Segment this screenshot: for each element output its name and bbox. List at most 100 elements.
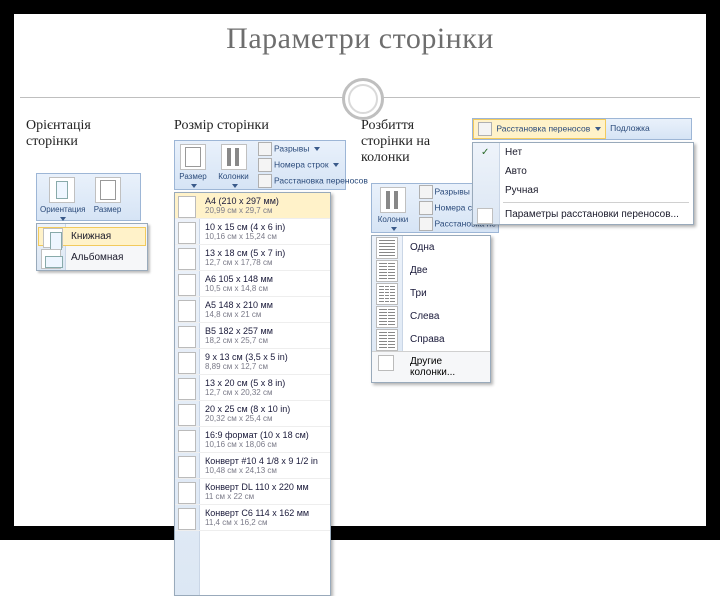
page-icon — [178, 404, 196, 426]
portrait-icon — [43, 228, 63, 248]
page-size-name: 13 x 20 см (5 x 8 in) — [205, 378, 324, 388]
page-size-name: A4 (210 x 297 мм) — [205, 196, 324, 206]
page-size-dimensions: 14,8 см x 21 см — [205, 310, 324, 319]
breaks-icon — [419, 185, 433, 199]
columns-option-label: Слева — [410, 311, 439, 322]
page-size-dimensions: 10,48 см x 24,13 см — [205, 466, 324, 475]
page-size-option[interactable]: 13 x 18 см (5 x 7 in)12,7 см x 17,78 см — [175, 245, 330, 271]
page-size-icon — [95, 177, 121, 203]
page-icon — [178, 274, 196, 296]
columns-option-label: Две — [410, 265, 428, 276]
page-icon — [178, 326, 196, 348]
page-size-name: B5 182 x 257 мм — [205, 326, 324, 336]
page-icon — [178, 482, 196, 504]
page-size-option[interactable]: 9 x 13 см (3,5 x 5 in)8,89 см x 12,7 см — [175, 349, 330, 375]
page-size-name: 10 x 15 см (4 x 6 in) — [205, 222, 324, 232]
columns-more-icon — [378, 355, 394, 371]
columns-button[interactable]: Колонки — [372, 184, 414, 235]
page-title: Параметри сторінки — [20, 22, 700, 56]
page-icon — [178, 300, 196, 322]
columns-preview-icon — [376, 306, 398, 328]
line-numbers-icon — [419, 201, 433, 215]
columns-option[interactable]: Одна — [372, 236, 490, 259]
page-size-option[interactable]: 13 x 20 см (5 x 8 in)12,7 см x 20,32 см — [175, 375, 330, 401]
watermark-button[interactable]: Подложка — [608, 122, 652, 134]
landscape-icon — [41, 249, 61, 269]
page-size-dimensions: 10,16 см x 18,06 см — [205, 440, 324, 449]
hyphenation-row[interactable]: Расстановка переносов — [256, 173, 344, 189]
columns-preview-icon — [376, 237, 398, 259]
page-size-option[interactable]: A4 (210 x 297 мм)20,99 см x 29,7 см — [175, 193, 330, 219]
hyphenation-menu: ✓ Нет Авто Ручная Параметры расстановки … — [472, 142, 694, 225]
hyphenation-icon — [419, 217, 433, 231]
page-size-dimensions: 20,32 см x 25,4 см — [205, 414, 324, 423]
page-icon — [178, 352, 196, 374]
page-icon — [178, 430, 196, 452]
page-size-option[interactable]: 10 x 15 см (4 x 6 in)10,16 см x 15,24 см — [175, 219, 330, 245]
section-label-orientation: Орієнтація сторінки — [26, 118, 136, 150]
page-icon — [178, 248, 196, 270]
page-size-name: 13 x 18 см (5 x 7 in) — [205, 248, 324, 258]
hyphenation-manual[interactable]: Ручная — [473, 181, 693, 200]
page-size-option[interactable]: Конверт C6 114 x 162 мм11,4 см x 16,2 см — [175, 505, 330, 531]
columns-button-label: Колонки — [378, 215, 409, 224]
page-size-name: 20 x 25 см (8 x 10 in) — [205, 404, 324, 414]
hyphenation-button[interactable]: Расстановка переносов — [473, 119, 606, 139]
page-icon — [178, 196, 196, 218]
check-icon: ✓ — [481, 148, 491, 158]
columns-menu: Одна Две Три Слева Справа Другие колонки... — [371, 235, 491, 383]
page-size-dimensions: 11 см x 22 см — [205, 492, 324, 501]
columns-preview-icon — [376, 329, 398, 351]
orientation-button[interactable]: Ориентация — [37, 174, 87, 225]
page-size-option[interactable]: A5 148 x 210 мм14,8 см x 21 см — [175, 297, 330, 323]
orientation-portrait-label: Книжная — [71, 231, 111, 242]
orientation-button-label: Ориентация — [40, 205, 85, 214]
ribbon-group-size: Размер Колонки Разрывы Номера строк Расс… — [174, 140, 346, 190]
page-size-option[interactable]: 16:9 формат (10 x 18 см)10,16 см x 18,06… — [175, 427, 330, 453]
page-size-option[interactable]: Конверт DL 110 x 220 мм11 см x 22 см — [175, 479, 330, 505]
page-size-name: Конверт DL 110 x 220 мм — [205, 482, 324, 492]
columns-option[interactable]: Слева — [372, 305, 490, 328]
size-button[interactable]: Размер — [175, 141, 211, 192]
page-size-name: Конверт C6 114 x 162 мм — [205, 508, 324, 518]
columns-more[interactable]: Другие колонки... — [372, 351, 490, 382]
orientation-landscape[interactable]: Альбомная — [37, 247, 147, 268]
page-size-option[interactable]: A6 105 x 148 мм10,5 см x 14,8 см — [175, 271, 330, 297]
page-size-option[interactable]: Конверт #10 4 1/8 x 9 1/2 in10,48 см x 2… — [175, 453, 330, 479]
page-size-option[interactable]: 20 x 25 см (8 x 10 in)20,32 см x 25,4 см — [175, 401, 330, 427]
orientation-menu: Книжная Альбомная — [36, 223, 148, 271]
page-size-name: 9 x 13 см (3,5 x 5 in) — [205, 352, 324, 362]
page-size-dimensions: 11,4 см x 16,2 см — [205, 518, 324, 527]
orientation-icon — [49, 177, 75, 203]
page-icon — [178, 456, 196, 478]
page-size-name: A6 105 x 148 мм — [205, 274, 324, 284]
columns-icon — [380, 187, 406, 213]
columns-preview-icon — [376, 260, 398, 282]
breaks-row[interactable]: Разрывы — [256, 141, 344, 157]
page-size-dimensions: 18,2 см x 25,7 см — [205, 336, 324, 345]
columns-preview-icon — [376, 283, 398, 305]
columns-option[interactable]: Справа — [372, 328, 490, 351]
page-size-dimensions: 10,5 см x 14,8 см — [205, 284, 324, 293]
page-icon — [178, 508, 196, 530]
size-button-label: Размер — [179, 172, 207, 181]
hyphenation-none[interactable]: ✓ Нет — [473, 143, 693, 162]
ribbon-group-orientation: Ориентация Размер — [36, 173, 141, 221]
columns-option-label: Три — [410, 288, 427, 299]
hyphenation-auto[interactable]: Авто — [473, 162, 693, 181]
columns-more-label: Другие колонки... — [410, 356, 455, 378]
columns-option[interactable]: Три — [372, 282, 490, 305]
size-button-small[interactable]: Размер — [90, 174, 126, 216]
page-size-option[interactable]: B5 182 x 257 мм18,2 см x 25,7 см — [175, 323, 330, 349]
page-size-icon — [180, 144, 206, 170]
page-size-dimensions: 12,7 см x 20,32 см — [205, 388, 324, 397]
page-icon — [178, 378, 196, 400]
hyphenation-icon — [478, 122, 492, 136]
page-size-dimensions: 10,16 см x 15,24 см — [205, 232, 324, 241]
orientation-portrait[interactable]: Книжная — [38, 227, 146, 246]
page-icon — [178, 222, 196, 244]
columns-option[interactable]: Две — [372, 259, 490, 282]
line-numbers-row[interactable]: Номера строк — [256, 157, 344, 173]
hyphenation-options[interactable]: Параметры расстановки переносов... — [473, 205, 693, 224]
columns-button-size-ribbon[interactable]: Колонки — [214, 141, 254, 192]
